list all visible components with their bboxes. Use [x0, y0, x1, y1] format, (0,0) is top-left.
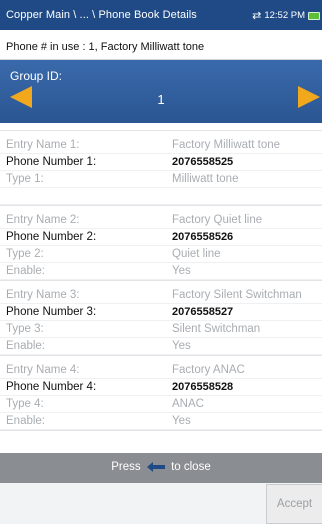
phone-number-value[interactable]: 2076558526 [172, 231, 233, 243]
group-id-label: Group ID: [10, 69, 63, 83]
entry-name-label: Entry Name 1: [6, 139, 80, 151]
type-row: Type 1: Milliwatt tone [0, 171, 322, 188]
status-area: ⇄ 12:52 PM [252, 9, 320, 22]
entry-name-label: Entry Name 3: [6, 289, 80, 301]
list-end [0, 430, 322, 440]
group-id-selector: Group ID: 1 [0, 60, 322, 123]
type-value: ANAC [172, 398, 204, 410]
type-value: Quiet line [172, 248, 221, 260]
entry-name-value: Factory Milliwatt tone [172, 139, 281, 151]
next-arrow-icon[interactable] [298, 86, 320, 108]
type-label: Type 3: [6, 323, 44, 335]
entry-name-label: Entry Name 4: [6, 364, 80, 376]
type-label: Type 4: [6, 398, 44, 410]
type-value: Milliwatt tone [172, 173, 239, 185]
empty-row [0, 188, 322, 205]
accept-button[interactable]: Accept [266, 484, 322, 524]
phone-number-value[interactable]: 2076558528 [172, 381, 233, 393]
to-close-text: to close [171, 461, 211, 473]
phone-number-label: Phone Number 2: [6, 231, 97, 243]
close-hint-bar: Press to close [0, 453, 322, 483]
clock: 12:52 PM [264, 10, 305, 21]
bottom-action-bar: Accept [0, 483, 322, 524]
enable-value: Yes [172, 340, 191, 352]
entry-2: Entry Name 2: Factory Quiet line Phone N… [0, 205, 322, 280]
phone-number-label: Phone Number 3: [6, 306, 97, 318]
type-row: Type 2: Quiet line [0, 246, 322, 263]
entry-4: Entry Name 4: Factory ANAC Phone Number … [0, 355, 322, 430]
entry-name-value: Factory Quiet line [172, 214, 263, 226]
press-text: Press [111, 461, 141, 473]
entry-name-label: Entry Name 2: [6, 214, 80, 226]
battery-icon [308, 11, 320, 20]
title-bar: Copper Main \ ... \ Phone Book Details ⇄… [0, 0, 322, 30]
entry-name-value: Factory ANAC [172, 364, 245, 376]
entry-3: Entry Name 3: Factory Silent Switchman P… [0, 280, 322, 355]
phone-book-entries: Entry Name 1: Factory Milliwatt tone Pho… [0, 123, 322, 453]
type-label: Type 2: [6, 248, 44, 260]
phone-number-row[interactable]: Phone Number 1: 2076558525 [0, 154, 322, 171]
enable-row: Enable: Yes [0, 263, 322, 280]
swap-arrows-icon: ⇄ [252, 10, 262, 22]
entry-name-value: Factory Silent Switchman [172, 289, 302, 301]
phone-in-use-info: Phone # in use : 1, Factory Milliwatt to… [0, 30, 322, 60]
entry-name-row: Entry Name 3: Factory Silent Switchman [0, 287, 322, 304]
entry-name-row: Entry Name 4: Factory ANAC [0, 362, 322, 379]
type-row: Type 4: ANAC [0, 396, 322, 413]
enable-row: Enable: Yes [0, 338, 322, 355]
phone-number-row[interactable]: Phone Number 3: 2076558527 [0, 304, 322, 321]
phone-number-row[interactable]: Phone Number 2: 2076558526 [0, 229, 322, 246]
group-id-value: 1 [157, 92, 165, 107]
entry-name-row: Entry Name 1: Factory Milliwatt tone [0, 137, 322, 154]
type-value: Silent Switchman [172, 323, 261, 335]
enable-label: Enable: [6, 415, 46, 427]
phone-number-value[interactable]: 2076558525 [172, 156, 233, 168]
enable-label: Enable: [6, 265, 46, 277]
entry-name-row: Entry Name 2: Factory Quiet line [0, 212, 322, 229]
enable-label: Enable: [6, 340, 46, 352]
type-row: Type 3: Silent Switchman [0, 321, 322, 338]
entry-1: Entry Name 1: Factory Milliwatt tone Pho… [0, 130, 322, 205]
enable-value: Yes [172, 415, 191, 427]
enable-row: Enable: Yes [0, 413, 322, 430]
breadcrumb[interactable]: Copper Main \ ... \ Phone Book Details [6, 9, 197, 21]
enable-value: Yes [172, 265, 191, 277]
type-label: Type 1: [6, 173, 44, 185]
back-arrow-icon [146, 461, 165, 472]
phone-number-row[interactable]: Phone Number 4: 2076558528 [0, 379, 322, 396]
phone-number-label: Phone Number 1: [6, 156, 97, 168]
phone-number-value[interactable]: 2076558527 [172, 306, 233, 318]
phone-number-label: Phone Number 4: [6, 381, 97, 393]
